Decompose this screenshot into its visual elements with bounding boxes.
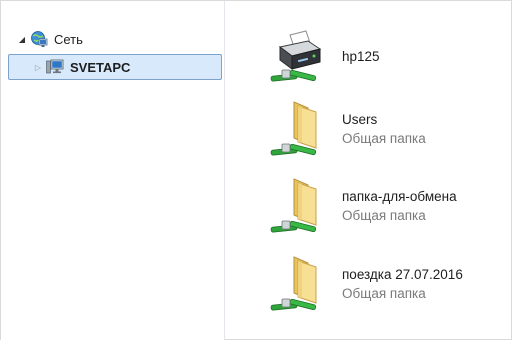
item-subtitle: Общая папка: [342, 286, 426, 301]
network-globe-icon: [31, 31, 48, 47]
share-item-text: папка-для-обмена Общая папка: [342, 187, 457, 225]
share-item-text: hp125: [342, 47, 380, 66]
item-name: Users: [342, 112, 378, 127]
expand-arrow-icon[interactable]: ◢: [15, 32, 29, 46]
collapsed-arrow-icon[interactable]: ▷: [31, 60, 45, 74]
navigation-pane: ◢ Сеть ▷ SVETAPC: [1, 1, 225, 340]
item-subtitle: Общая папка: [342, 208, 426, 223]
item-name: hp125: [342, 48, 380, 64]
share-item-users[interactable]: Users Общая папка: [268, 96, 508, 162]
tree-label-svetapc: SVETAPC: [70, 59, 131, 75]
share-item-text: Users Общая папка: [342, 110, 426, 148]
shared-folder-icon: [270, 178, 317, 233]
shared-folder-icon: [270, 101, 317, 156]
share-item-hp125[interactable]: hp125: [268, 23, 508, 89]
shared-folder-icon: [270, 256, 317, 311]
share-item-exchange-folder[interactable]: папка-для-обмена Общая папка: [268, 173, 508, 239]
item-name: поездка 27.07.2016: [342, 267, 463, 282]
shared-printer-icon: [270, 30, 322, 82]
tree-label-network: Сеть: [54, 31, 83, 47]
computer-monitor-icon: [46, 59, 64, 74]
explorer-window: ◢ Сеть ▷ SVETAPC hp125 Users Общая папка…: [0, 0, 512, 340]
share-item-trip-folder[interactable]: поездка 27.07.2016 Общая папка: [268, 251, 508, 317]
item-subtitle: Общая папка: [342, 131, 426, 146]
share-item-text: поездка 27.07.2016 Общая папка: [342, 265, 463, 303]
content-pane: hp125 Users Общая папка папка-для-обмена…: [226, 1, 511, 340]
item-name: папка-для-обмена: [342, 189, 457, 204]
tree-item-svetapc[interactable]: ▷ SVETAPC: [8, 54, 222, 80]
tree-item-network[interactable]: ◢ Сеть: [15, 26, 215, 52]
